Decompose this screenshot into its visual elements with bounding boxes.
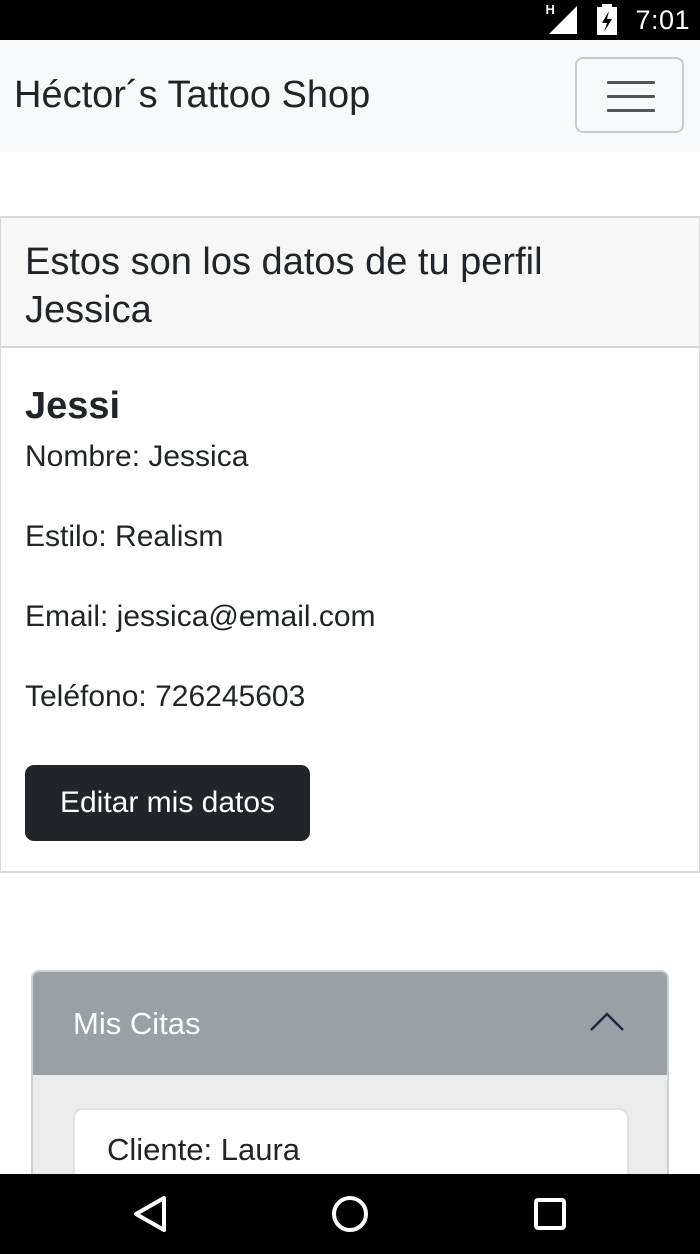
status-bar: H 7:01 bbox=[0, 0, 700, 40]
recents-icon[interactable] bbox=[528, 1174, 572, 1254]
citas-title: Mis Citas bbox=[73, 1005, 201, 1041]
chevron-up-icon bbox=[590, 1012, 624, 1031]
profile-telefono: Teléfono: 726245603 bbox=[25, 680, 306, 713]
profile-card: Estos son los datos de tu perfil Jessica… bbox=[0, 216, 700, 873]
back-icon[interactable] bbox=[128, 1174, 172, 1254]
android-nav-bar bbox=[0, 1174, 700, 1254]
profile-nombre: Nombre: Jessica bbox=[25, 440, 249, 473]
home-icon[interactable] bbox=[328, 1174, 372, 1254]
citas-accordion-header[interactable]: Mis Citas bbox=[33, 972, 667, 1075]
hamburger-menu-button[interactable] bbox=[575, 57, 684, 133]
clock: 7:01 bbox=[635, 4, 690, 35]
profile-email: Email: jessica@email.com bbox=[25, 600, 376, 633]
brand-title[interactable]: Héctor´s Tattoo Shop bbox=[14, 74, 370, 117]
profile-username: Jessi bbox=[25, 385, 121, 427]
battery-charging-icon bbox=[593, 4, 623, 36]
signal-icon: H bbox=[543, 2, 579, 36]
profile-estilo: Estilo: Realism bbox=[25, 520, 224, 553]
navbar: Héctor´s Tattoo Shop bbox=[0, 40, 700, 152]
edit-profile-button[interactable]: Editar mis datos bbox=[25, 765, 310, 841]
profile-body: Jessi Nombre: Jessica Estilo: Realism Em… bbox=[1, 348, 699, 715]
cita-cliente: Cliente: Laura bbox=[107, 1132, 301, 1167]
profile-header: Estos son los datos de tu perfil Jessica bbox=[1, 218, 699, 348]
